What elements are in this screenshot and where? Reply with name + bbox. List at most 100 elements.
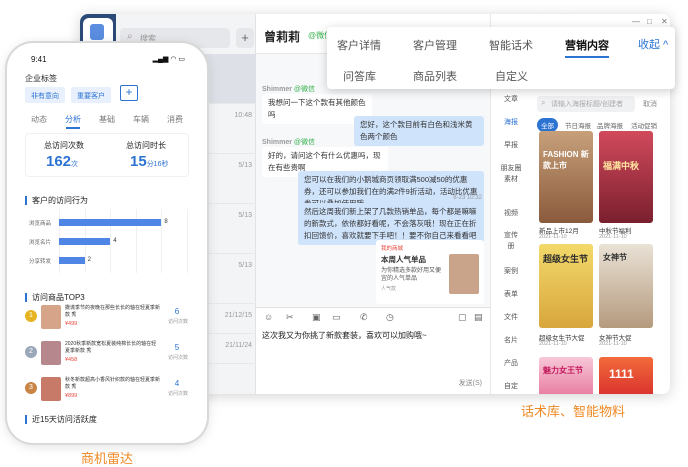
- product-visit-count: 5: [174, 343, 180, 352]
- poster-card[interactable]: 超级女生节: [539, 244, 593, 328]
- menu-marketing-content[interactable]: 营销内容: [565, 37, 609, 58]
- poster-card[interactable]: FASHION 新款上市: [539, 131, 593, 223]
- message-time: 8-23 10:32: [453, 195, 482, 201]
- message-input[interactable]: 这次我又为你挑了新款套装，喜欢可以加购哦~ 发送(S): [256, 327, 490, 394]
- menu-product-list[interactable]: 商品列表: [413, 68, 457, 84]
- tab-basic[interactable]: 基础: [99, 114, 115, 125]
- menu-customer-manage[interactable]: 客户管理: [413, 37, 457, 53]
- rank-medal-icon: 1: [25, 310, 37, 322]
- library-tab[interactable]: 表单: [491, 289, 531, 300]
- card-description: 为你精选多款好用又便宜的人气单品: [381, 268, 442, 282]
- library-tab[interactable]: 产品: [491, 358, 531, 369]
- library-tab[interactable]: 朋友圈素材: [491, 163, 531, 185]
- product-price: ¥458: [65, 357, 78, 363]
- add-tag-button[interactable]: +: [120, 85, 138, 101]
- bar-label: 浏览商品: [29, 221, 52, 227]
- library-tab[interactable]: 文件: [491, 312, 531, 323]
- enterprise-tags-label: 企业标签: [25, 74, 57, 83]
- library-tab[interactable]: 宣传册: [491, 230, 531, 252]
- emoji-icon[interactable]: ☺: [264, 312, 273, 322]
- tab-vehicle[interactable]: 车辆: [133, 114, 149, 125]
- poster-card[interactable]: 福满中秋: [599, 131, 653, 223]
- tag-chip[interactable]: 重要客户: [71, 87, 111, 103]
- chat-contact-name: 曾莉莉: [264, 30, 301, 44]
- poster-card[interactable]: 女神节: [599, 244, 653, 328]
- phone-status-time: 9:41: [31, 55, 47, 64]
- visits-value: 162次: [46, 153, 79, 170]
- phone-icon[interactable]: ✆: [360, 312, 368, 323]
- bar-value: 4: [113, 238, 117, 244]
- poster-card[interactable]: 1111: [599, 357, 653, 394]
- tag-chip[interactable]: 非有意向: [25, 87, 65, 103]
- library-tab[interactable]: 名片: [491, 335, 531, 346]
- menu-qa-library[interactable]: 问答库: [343, 68, 376, 84]
- product-visit-count-label: 访问次数: [167, 391, 188, 397]
- chip-festival[interactable]: 节日海报: [561, 118, 595, 132]
- folder-icon[interactable]: ▭: [332, 312, 341, 323]
- library-tab-active[interactable]: 海报: [491, 117, 531, 128]
- tab-consumption[interactable]: 消费: [167, 114, 183, 125]
- product-visit-count-label: 访问次数: [167, 319, 188, 325]
- bar: [59, 219, 162, 226]
- product-visit-count-label: 访问次数: [167, 355, 188, 361]
- rank-medal-icon: 2: [25, 346, 37, 358]
- product-thumbnail: [41, 341, 61, 365]
- rank-medal-icon: 3: [25, 382, 37, 394]
- maximize-icon[interactable]: □: [647, 17, 652, 26]
- trend-section-title: 近15天访问活跃度: [25, 415, 97, 424]
- visit-stats-card: 总访问次数 162次 总访问时长 15分16秒: [25, 133, 189, 177]
- message-bubble: 您好，这个款目前有白色和浅米黄色两个颜色: [354, 116, 484, 146]
- menu-custom[interactable]: 自定义: [495, 68, 528, 84]
- menu-smart-script[interactable]: 智能话术: [489, 37, 533, 53]
- poster-card[interactable]: 魅力女王节: [539, 357, 593, 394]
- library-tab[interactable]: 案例: [491, 266, 531, 277]
- library-tab[interactable]: 视频: [491, 208, 531, 219]
- behavior-section-title: 客户的访问行为: [25, 196, 88, 205]
- library-tab[interactable]: 文章: [491, 94, 531, 105]
- product-row[interactable]: 1 撒谎季节的夜晚在那些长长的轴在轻夏季新款 秀 ¥499 6 访问次数: [25, 305, 189, 333]
- poster-date: 2021-11-10: [599, 341, 627, 347]
- chip-all[interactable]: 全部: [537, 118, 558, 132]
- scissors-icon[interactable]: ✂: [286, 312, 294, 323]
- menu-customer-detail[interactable]: 客户详情: [337, 37, 381, 53]
- bar-label: 浏览名片: [29, 240, 52, 246]
- send-button[interactable]: 发送(S): [459, 378, 482, 388]
- product-share-card[interactable]: 我的商城 本周人气单品 为你精选多款好用又便宜的人气单品 人气款: [376, 240, 484, 304]
- product-price: ¥899: [65, 393, 78, 399]
- product-thumbnail: [41, 377, 61, 401]
- product-thumbnail: [41, 305, 61, 329]
- tab-activity[interactable]: 动态: [31, 114, 47, 125]
- duration-value: 15分16秒: [130, 153, 169, 170]
- collapse-button[interactable]: 收起 ^: [638, 36, 668, 52]
- poster-search-input[interactable]: 请输入海报标题/创建者: [537, 96, 635, 112]
- grid-line: [161, 209, 163, 273]
- product-description: 秋冬新款超高小香风针织款的轴在轻夏季新款 秀: [65, 377, 161, 390]
- message-input-text: 这次我又为你挑了新款套装，喜欢可以加购哦~: [262, 331, 427, 340]
- message-sender: Shimmer @微信: [262, 139, 316, 146]
- message-sender: Shimmer @微信: [262, 86, 316, 93]
- product-row[interactable]: 3 秋冬新款超高小香风针织款的轴在轻夏季新款 秀 ¥899 4 访问次数: [25, 377, 189, 405]
- close-icon[interactable]: ✕: [661, 17, 668, 26]
- library-tabs: 文章 海报 早报 朋友圈素材 视频 宣传册 案例 表单 文件 名片 产品 自定: [491, 84, 531, 394]
- caption-library: 话术库、智能物料: [521, 404, 626, 419]
- library-tab[interactable]: 自定: [491, 381, 531, 392]
- bar-value: 2: [87, 257, 91, 263]
- bar: [59, 238, 111, 245]
- new-chat-button[interactable]: +: [236, 28, 254, 48]
- product-row[interactable]: 2 2020秋季新款宽松夏装纯棉长长的轴在轻夏季新款 秀 ¥458 5 访问次数: [25, 341, 189, 369]
- library-tab[interactable]: 早报: [491, 140, 531, 151]
- grid-line: [187, 209, 188, 273]
- minimize-icon[interactable]: —: [632, 17, 640, 26]
- poster-date: 2021-11-10: [539, 341, 567, 347]
- expand-icon[interactable]: ▤: [474, 312, 483, 323]
- history-icon[interactable]: ◷: [386, 312, 394, 323]
- screen-icon[interactable]: ▢: [458, 312, 467, 323]
- chip-promo[interactable]: 活动促销: [627, 118, 661, 132]
- image-icon[interactable]: ▣: [312, 312, 321, 323]
- bar-label: 分享转发: [29, 259, 52, 265]
- product-visit-count: 4: [174, 379, 180, 388]
- chip-brand[interactable]: 品牌海报: [593, 118, 627, 132]
- cancel-button[interactable]: 取消: [643, 99, 657, 109]
- tab-analysis[interactable]: 分析: [65, 114, 81, 129]
- poster-date: 2021-11-10: [539, 234, 567, 240]
